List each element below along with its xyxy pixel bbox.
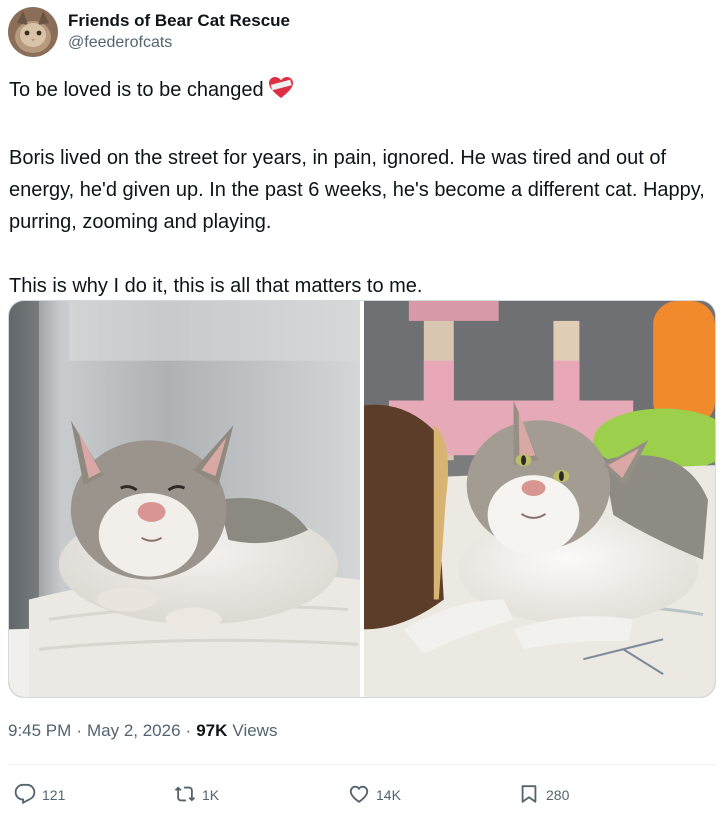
tweet-header: Friends of Bear Cat Rescue @feederofcats — [8, 6, 290, 58]
tweet-meta: 9:45 PM · May 2, 2026 · 97K Views — [8, 719, 277, 743]
tweet-time[interactable]: 9:45 PM — [8, 719, 71, 743]
tweet-paragraph-3: This is why I do it, this is all that ma… — [9, 275, 423, 297]
author-handle[interactable]: @feederofcats — [68, 32, 290, 54]
like-count: 14K — [376, 787, 401, 803]
tweet-date[interactable]: May 2, 2026 — [87, 719, 181, 743]
reply-button[interactable]: 121 — [14, 778, 65, 812]
repost-button[interactable]: 1K — [174, 778, 219, 812]
tweet-media-grid — [8, 300, 716, 698]
bookmark-icon — [518, 783, 540, 808]
views-count[interactable]: 97K — [196, 719, 227, 743]
bookmark-button[interactable]: 280 — [518, 778, 569, 812]
author-avatar[interactable] — [8, 7, 58, 57]
heart-icon — [348, 783, 370, 808]
action-divider — [8, 764, 716, 765]
views-label: Views — [232, 721, 278, 740]
cat-after-image — [364, 301, 715, 697]
avatar-cat-image — [8, 7, 58, 57]
author-display-name[interactable]: Friends of Bear Cat Rescue — [68, 10, 290, 32]
repost-count: 1K — [202, 787, 220, 803]
bookmark-count: 280 — [546, 787, 570, 803]
tweet-paragraph-2: Boris lived on the street for years, in … — [9, 147, 705, 233]
tweet-line-1: To be loved is to be changed — [9, 74, 714, 110]
reply-count: 121 — [42, 787, 66, 803]
meta-separator: · — [76, 721, 82, 740]
tweet-actions: 121 1K 14K 280 — [0, 778, 724, 812]
tweet-text: To be loved is to be changed Boris lived… — [9, 74, 714, 302]
reply-icon — [14, 783, 36, 808]
tweet-line-1-text: To be loved is to be changed — [9, 79, 264, 101]
meta-separator-2: · — [185, 721, 192, 740]
heart-with-bandage-icon — [268, 76, 294, 110]
cat-after-photo[interactable] — [364, 301, 715, 697]
cat-before-image — [9, 301, 360, 697]
repost-icon — [174, 783, 196, 808]
cat-before-photo[interactable] — [9, 301, 360, 697]
like-button[interactable]: 14K — [348, 778, 401, 812]
